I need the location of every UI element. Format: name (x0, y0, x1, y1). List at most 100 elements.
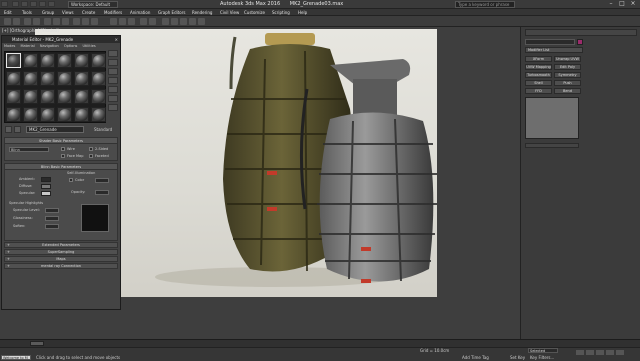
go-to-end-icon[interactable] (616, 350, 624, 355)
rollout-maps[interactable]: + Maps (4, 256, 118, 262)
menu-scripting[interactable]: Scripting (272, 9, 290, 16)
add-time-tag[interactable]: Add Time Tag (462, 355, 489, 360)
mirror-icon[interactable] (140, 18, 147, 25)
command-panel-tabs[interactable] (525, 29, 637, 36)
modifier-button-symmetry[interactable]: Symmetry (554, 72, 581, 78)
soften-spinner[interactable] (45, 224, 59, 229)
modifier-button-unwrap-uvw[interactable]: Unwrap UVW (554, 56, 581, 62)
modifier-button-xform[interactable]: XForm (525, 56, 552, 62)
sample-slot[interactable] (23, 53, 38, 68)
sample-slot[interactable] (40, 71, 55, 86)
diffuse-color-swatch[interactable] (41, 184, 51, 189)
material-type-button[interactable]: Standard (94, 126, 112, 133)
uv-tiling-icon[interactable] (108, 77, 118, 84)
modifier-button-bend[interactable]: Bend (554, 88, 581, 94)
modifier-button-edit-poly[interactable]: Edit Poly (554, 64, 581, 70)
menu-tools[interactable]: Tools (22, 9, 32, 16)
menu-rendering[interactable]: Rendering (192, 9, 212, 16)
previous-frame-icon[interactable] (586, 350, 594, 355)
stack-controls[interactable] (525, 143, 579, 148)
modifier-button-turbosmooth[interactable]: Turbosmooth (525, 72, 552, 78)
rollout-mental-ray-connection[interactable]: + mental ray Connection (4, 263, 118, 269)
close-icon[interactable]: × (115, 36, 118, 43)
redo-tool-icon[interactable] (13, 18, 20, 25)
go-to-start-icon[interactable] (576, 350, 584, 355)
new-file-icon[interactable] (12, 1, 19, 7)
sample-slot[interactable] (74, 89, 89, 104)
sample-slot[interactable] (40, 107, 55, 122)
make-preview-icon[interactable] (108, 95, 118, 102)
selection-filter-dropdown[interactable]: Selected (528, 348, 558, 353)
material-editor-icon[interactable] (180, 18, 187, 25)
workspace-dropdown[interactable]: Workspace: Default (68, 1, 118, 8)
menu-views[interactable]: Views (62, 9, 74, 16)
percent-snap-icon[interactable] (128, 18, 135, 25)
render-setup-icon[interactable] (189, 18, 196, 25)
viewport-label[interactable]: [+] [Orthographic] [Shaded] (2, 28, 59, 33)
curve-editor-icon[interactable] (162, 18, 169, 25)
rollout-extended-parameters[interactable]: + Extended Parameters (4, 242, 118, 248)
opacity-spinner[interactable] (95, 190, 109, 195)
menu-options[interactable]: Options (64, 44, 78, 48)
blinn-basic-header[interactable]: Blinn Basic Parameters (5, 164, 117, 170)
ambient-color-swatch[interactable] (41, 177, 51, 182)
undo-tool-icon[interactable] (4, 18, 11, 25)
key-filters-button[interactable]: Key Filters... (530, 355, 554, 360)
unlink-icon[interactable] (33, 18, 40, 25)
shader-basic-header[interactable]: Shader Basic Parameters (5, 138, 117, 144)
open-file-icon[interactable] (21, 1, 28, 7)
menu-help[interactable]: Help (298, 9, 307, 16)
play-icon[interactable] (596, 350, 604, 355)
face-map-checkbox[interactable] (61, 154, 65, 158)
menu-customize[interactable]: Customize (244, 9, 265, 16)
specular-color-swatch[interactable] (41, 191, 51, 196)
sample-slot[interactable] (6, 71, 21, 86)
menu-modes[interactable]: Modes (4, 44, 15, 48)
minimize-icon[interactable]: – (606, 1, 616, 8)
background-icon[interactable] (108, 68, 118, 75)
modifier-button-push[interactable]: Push (554, 80, 581, 86)
redo-icon[interactable] (48, 1, 55, 7)
video-color-check-icon[interactable] (108, 86, 118, 93)
material-name-field[interactable]: MK2_Grenade (26, 126, 84, 133)
menu-utilities[interactable]: Utilities (83, 44, 96, 48)
sample-slot[interactable] (6, 89, 21, 104)
menu-graph-editors[interactable]: Graph Editors (158, 9, 185, 16)
undo-icon[interactable] (39, 1, 46, 7)
menu-create[interactable]: Create (82, 9, 95, 16)
render-icon[interactable] (198, 18, 205, 25)
menu-animation[interactable]: Animation (130, 9, 150, 16)
sample-slot[interactable] (23, 71, 38, 86)
sample-slot[interactable] (91, 89, 106, 104)
object-name-field[interactable] (525, 39, 575, 45)
sample-slot[interactable] (57, 71, 72, 86)
sample-slot[interactable] (91, 53, 106, 68)
shader-dropdown[interactable]: Blinn (9, 147, 49, 152)
menu-modifiers[interactable]: Modifiers (104, 9, 122, 16)
faceted-checkbox[interactable] (89, 154, 93, 158)
menu-edit[interactable]: Edit (4, 9, 12, 16)
sample-slot[interactable] (40, 89, 55, 104)
sample-slot[interactable] (91, 107, 106, 122)
sample-slot[interactable] (74, 71, 89, 86)
search-input[interactable]: Type a keyword or phrase (455, 1, 515, 8)
select-by-name-icon[interactable] (53, 18, 60, 25)
sample-slot[interactable] (57, 53, 72, 68)
menu-civil-view[interactable]: Civil View (220, 9, 239, 16)
two-sided-checkbox[interactable] (89, 147, 93, 151)
options-icon[interactable] (108, 104, 118, 111)
rollout-supersampling[interactable]: + SuperSampling (4, 249, 118, 255)
glossiness-spinner[interactable] (45, 216, 59, 221)
sample-type-icon[interactable] (108, 50, 118, 57)
get-material-icon[interactable] (5, 126, 12, 133)
sample-slot[interactable] (6, 107, 21, 122)
self-illum-spinner[interactable] (95, 178, 109, 183)
sample-slot[interactable] (23, 107, 38, 122)
sample-slot[interactable] (40, 53, 55, 68)
material-editor-window[interactable]: Material Editor - MK2_Grenade × Modes Ma… (1, 35, 121, 310)
sample-slot[interactable] (57, 107, 72, 122)
sample-slot[interactable] (6, 53, 21, 68)
sample-slot[interactable] (91, 71, 106, 86)
snap-icon[interactable] (110, 18, 117, 25)
sample-slot[interactable] (23, 89, 38, 104)
